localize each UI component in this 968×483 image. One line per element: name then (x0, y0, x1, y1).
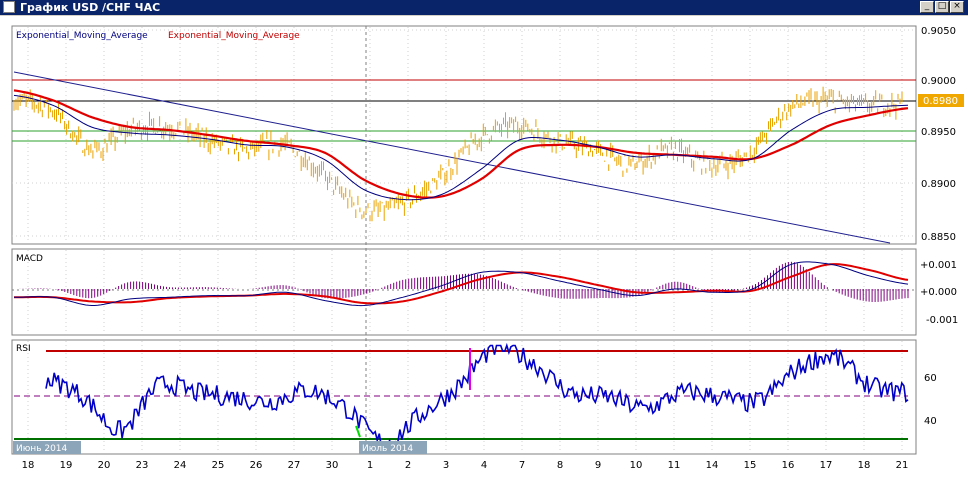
x-tick-label: 30 (326, 460, 339, 471)
x-tick-label: 15 (744, 460, 757, 471)
x-tick-label: 18 (22, 460, 35, 471)
x-tick-label: 24 (174, 460, 187, 471)
rsi-label: RSI (16, 344, 31, 354)
macd-panel[interactable] (11, 248, 917, 336)
macd-label: MACD (16, 254, 43, 264)
minimize-button[interactable]: _ (920, 1, 934, 13)
rsi-tick-label: 60 (924, 373, 937, 384)
x-tick-label: 14 (706, 460, 719, 471)
x-tick-label: 20 (98, 460, 111, 471)
x-tick-label: 3 (443, 460, 449, 471)
x-tick-label: 17 (820, 460, 833, 471)
close-button[interactable]: × (950, 1, 964, 13)
chart-svg[interactable]: Exponential_Moving_Average Exponential_M… (0, 16, 968, 479)
chart-window: График USD /CHF ЧАС _ □ × Exponential_Mo… (0, 0, 968, 479)
month-label-right: Июль 2014 (362, 444, 413, 454)
x-tick-label: 2 (405, 460, 411, 471)
rsi-panel[interactable] (11, 339, 917, 455)
price-tick-label: 0.8850 (921, 232, 956, 243)
x-tick-label: 11 (668, 460, 681, 471)
price-tick-label: 0.8950 (921, 127, 956, 138)
x-tick-label: 10 (630, 460, 643, 471)
x-tick-label: 9 (595, 460, 601, 471)
rsi-tick-label: 40 (924, 416, 937, 427)
x-tick-label: 25 (212, 460, 225, 471)
title-bar[interactable]: График USD /CHF ЧАС _ □ × (0, 0, 968, 15)
x-tick-label: 16 (782, 460, 795, 471)
x-tick-label: 1 (367, 460, 373, 471)
x-axis: 18 19 20 23 24 25 26 27 30 1 2 3 4 7 8 9 10 11 14 15 16 17 18 2… (22, 460, 909, 471)
indicator-label-ema-1: Exponential_Moving_Average (16, 31, 148, 41)
price-tick-label: 0.9050 (921, 26, 956, 37)
price-tick-label: 0.8900 (921, 179, 956, 190)
x-tick-label: 4 (481, 460, 487, 471)
x-tick-label: 18 (858, 460, 871, 471)
x-tick-label: 21 (896, 460, 909, 471)
chart-window-icon (3, 1, 15, 13)
x-tick-label: 8 (557, 460, 563, 471)
macd-tick-label: -0.001 (926, 315, 958, 326)
month-label-left: Июнь 2014 (16, 444, 68, 454)
x-tick-label: 26 (250, 460, 263, 471)
price-tick-label: 0.9000 (921, 76, 956, 87)
macd-tick-label: +0.000 (920, 287, 957, 298)
chart-area[interactable]: Exponential_Moving_Average Exponential_M… (0, 16, 968, 479)
macd-tick-label: +0.001 (920, 260, 957, 271)
x-tick-label: 7 (519, 460, 525, 471)
maximize-button[interactable]: □ (935, 1, 949, 13)
current-price-value: 0.8980 (923, 96, 958, 107)
window-title: График USD /CHF ЧАС (20, 1, 161, 14)
indicator-label-ema-2: Exponential_Moving_Average (168, 31, 300, 41)
x-tick-label: 19 (60, 460, 73, 471)
x-tick-label: 27 (288, 460, 301, 471)
x-tick-label: 23 (136, 460, 149, 471)
